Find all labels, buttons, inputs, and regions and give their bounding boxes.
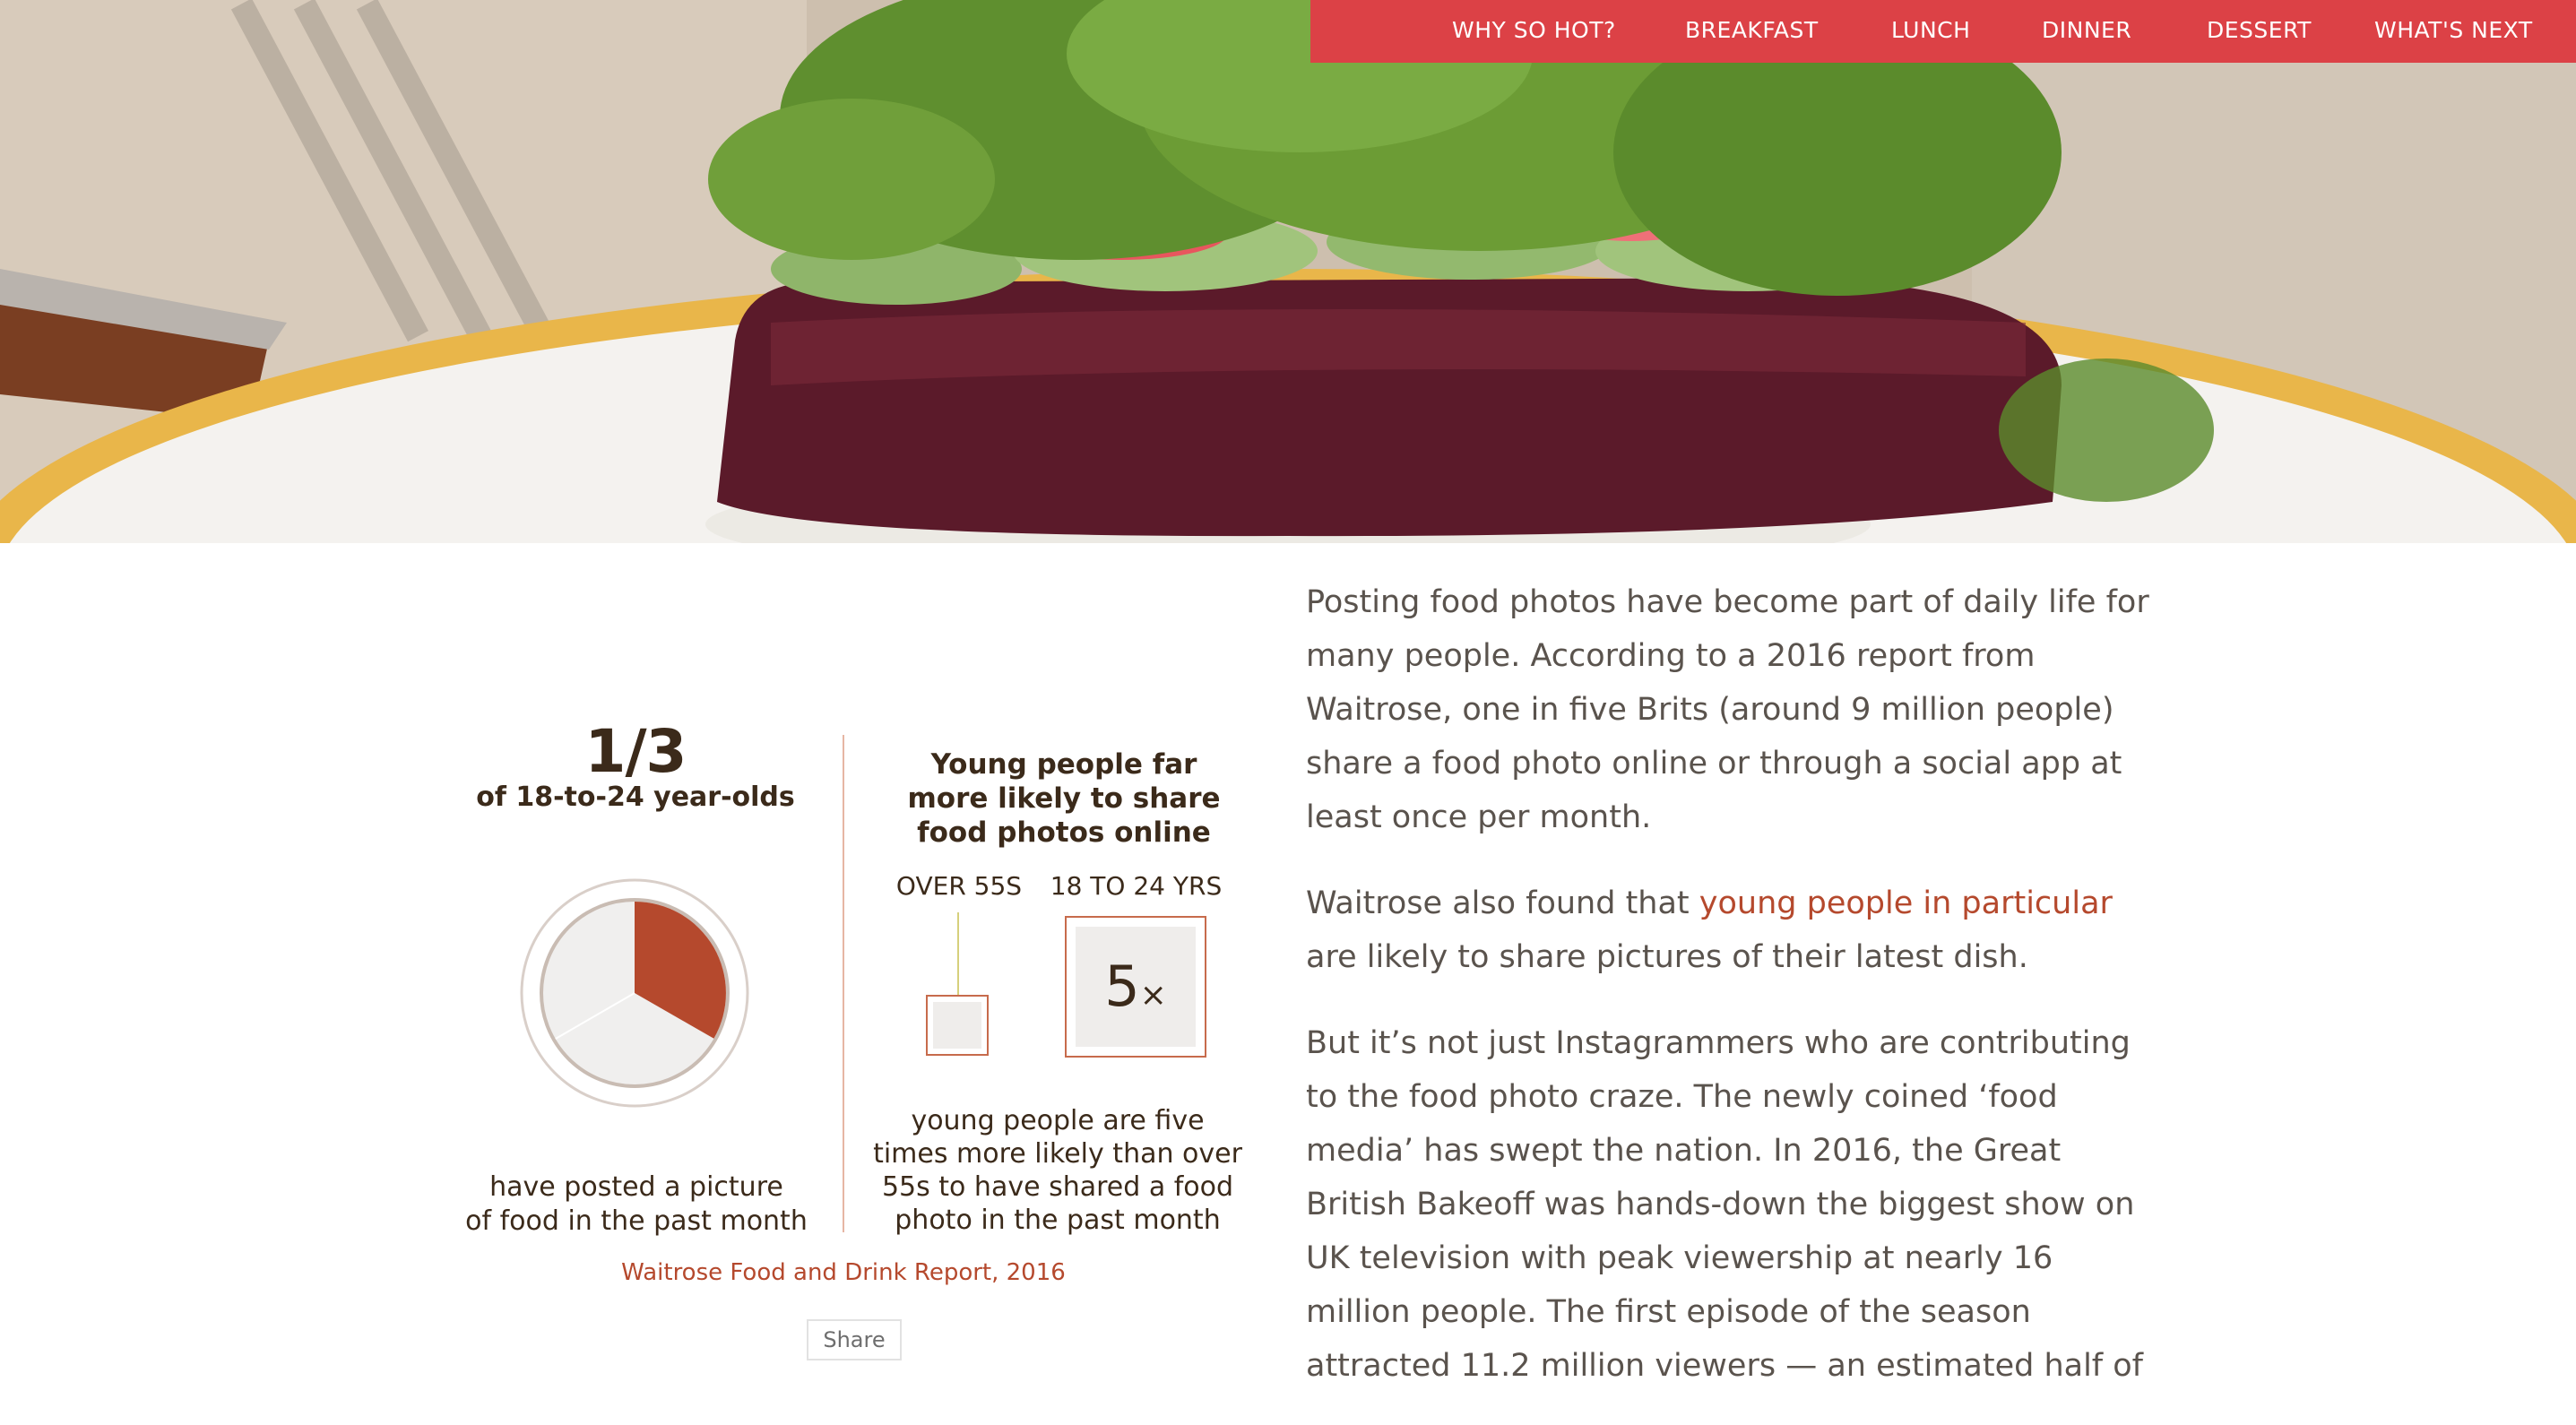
pie-chart xyxy=(520,878,749,1108)
right-caption-line: times more likely than over xyxy=(873,1138,1242,1170)
top-nav: WHY SO HOT? BREAKFAST LUNCH DINNER DESSE… xyxy=(1310,0,2576,63)
over-55s-box-fill xyxy=(933,1002,981,1049)
right-caption-line: photo in the past month xyxy=(895,1205,1221,1236)
right-caption: young people are five times more likely … xyxy=(860,1104,1255,1237)
right-heading-line: Young people far xyxy=(930,748,1197,781)
hero-image xyxy=(0,0,2576,543)
source-citation: Waitrose Food and Drink Report, 2016 xyxy=(621,1259,1066,1286)
article-paragraph: Waitrose also found that young people in… xyxy=(1306,877,2157,984)
label-18-to-24: 18 TO 24 YRS xyxy=(1050,871,1223,901)
right-caption-line: young people are five xyxy=(911,1105,1205,1136)
multiplier: 5× xyxy=(1076,927,1196,1047)
multiplier-value: 5 xyxy=(1104,954,1140,1019)
nav-item-lunch[interactable]: LUNCH xyxy=(1891,0,1970,63)
nav-item-whats-next[interactable]: WHAT'S NEXT xyxy=(2374,0,2533,63)
left-caption-line: have posted a picture xyxy=(489,1171,783,1203)
connector-line xyxy=(957,912,959,995)
left-caption: have posted a picture of food in the pas… xyxy=(439,1170,834,1239)
young-people-link[interactable]: young people in particular xyxy=(1699,885,2113,921)
nav-item-why-so-hot[interactable]: WHY SO HOT? xyxy=(1452,0,1616,63)
nav-item-dinner[interactable]: DINNER xyxy=(2042,0,2131,63)
burger-photo xyxy=(0,0,2576,543)
right-heading-line: more likely to share xyxy=(907,782,1221,815)
right-caption-line: 55s to have shared a food xyxy=(881,1171,1234,1203)
article-paragraph: But it’s not just Instagrammers who are … xyxy=(1306,1025,2143,1384)
stat-fraction: 1/3 xyxy=(584,717,687,786)
article-text: are likely to share pictures of their la… xyxy=(1306,939,2028,975)
nav-item-breakfast[interactable]: BREAKFAST xyxy=(1685,0,1819,63)
share-button[interactable]: Share xyxy=(807,1319,902,1360)
article-body: Posting food photos have become part of … xyxy=(1306,575,2157,1425)
young-box: 5× xyxy=(1065,916,1206,1058)
multiplier-symbol: × xyxy=(1139,977,1167,1014)
left-caption-line: of food in the past month xyxy=(465,1205,808,1237)
article-paragraph: Posting food photos have become part of … xyxy=(1306,584,2149,835)
label-over-55s: OVER 55S xyxy=(895,871,1023,901)
column-divider xyxy=(843,735,844,1232)
right-heading-line: food photos online xyxy=(917,816,1211,849)
article-text: Waitrose also found that xyxy=(1306,885,1699,921)
right-heading: Young people far more likely to share fo… xyxy=(867,747,1261,850)
stat-subtitle: of 18-to-24 year-olds xyxy=(476,782,795,813)
over-55s-box xyxy=(926,995,989,1056)
nav-item-dessert[interactable]: DESSERT xyxy=(2207,0,2312,63)
